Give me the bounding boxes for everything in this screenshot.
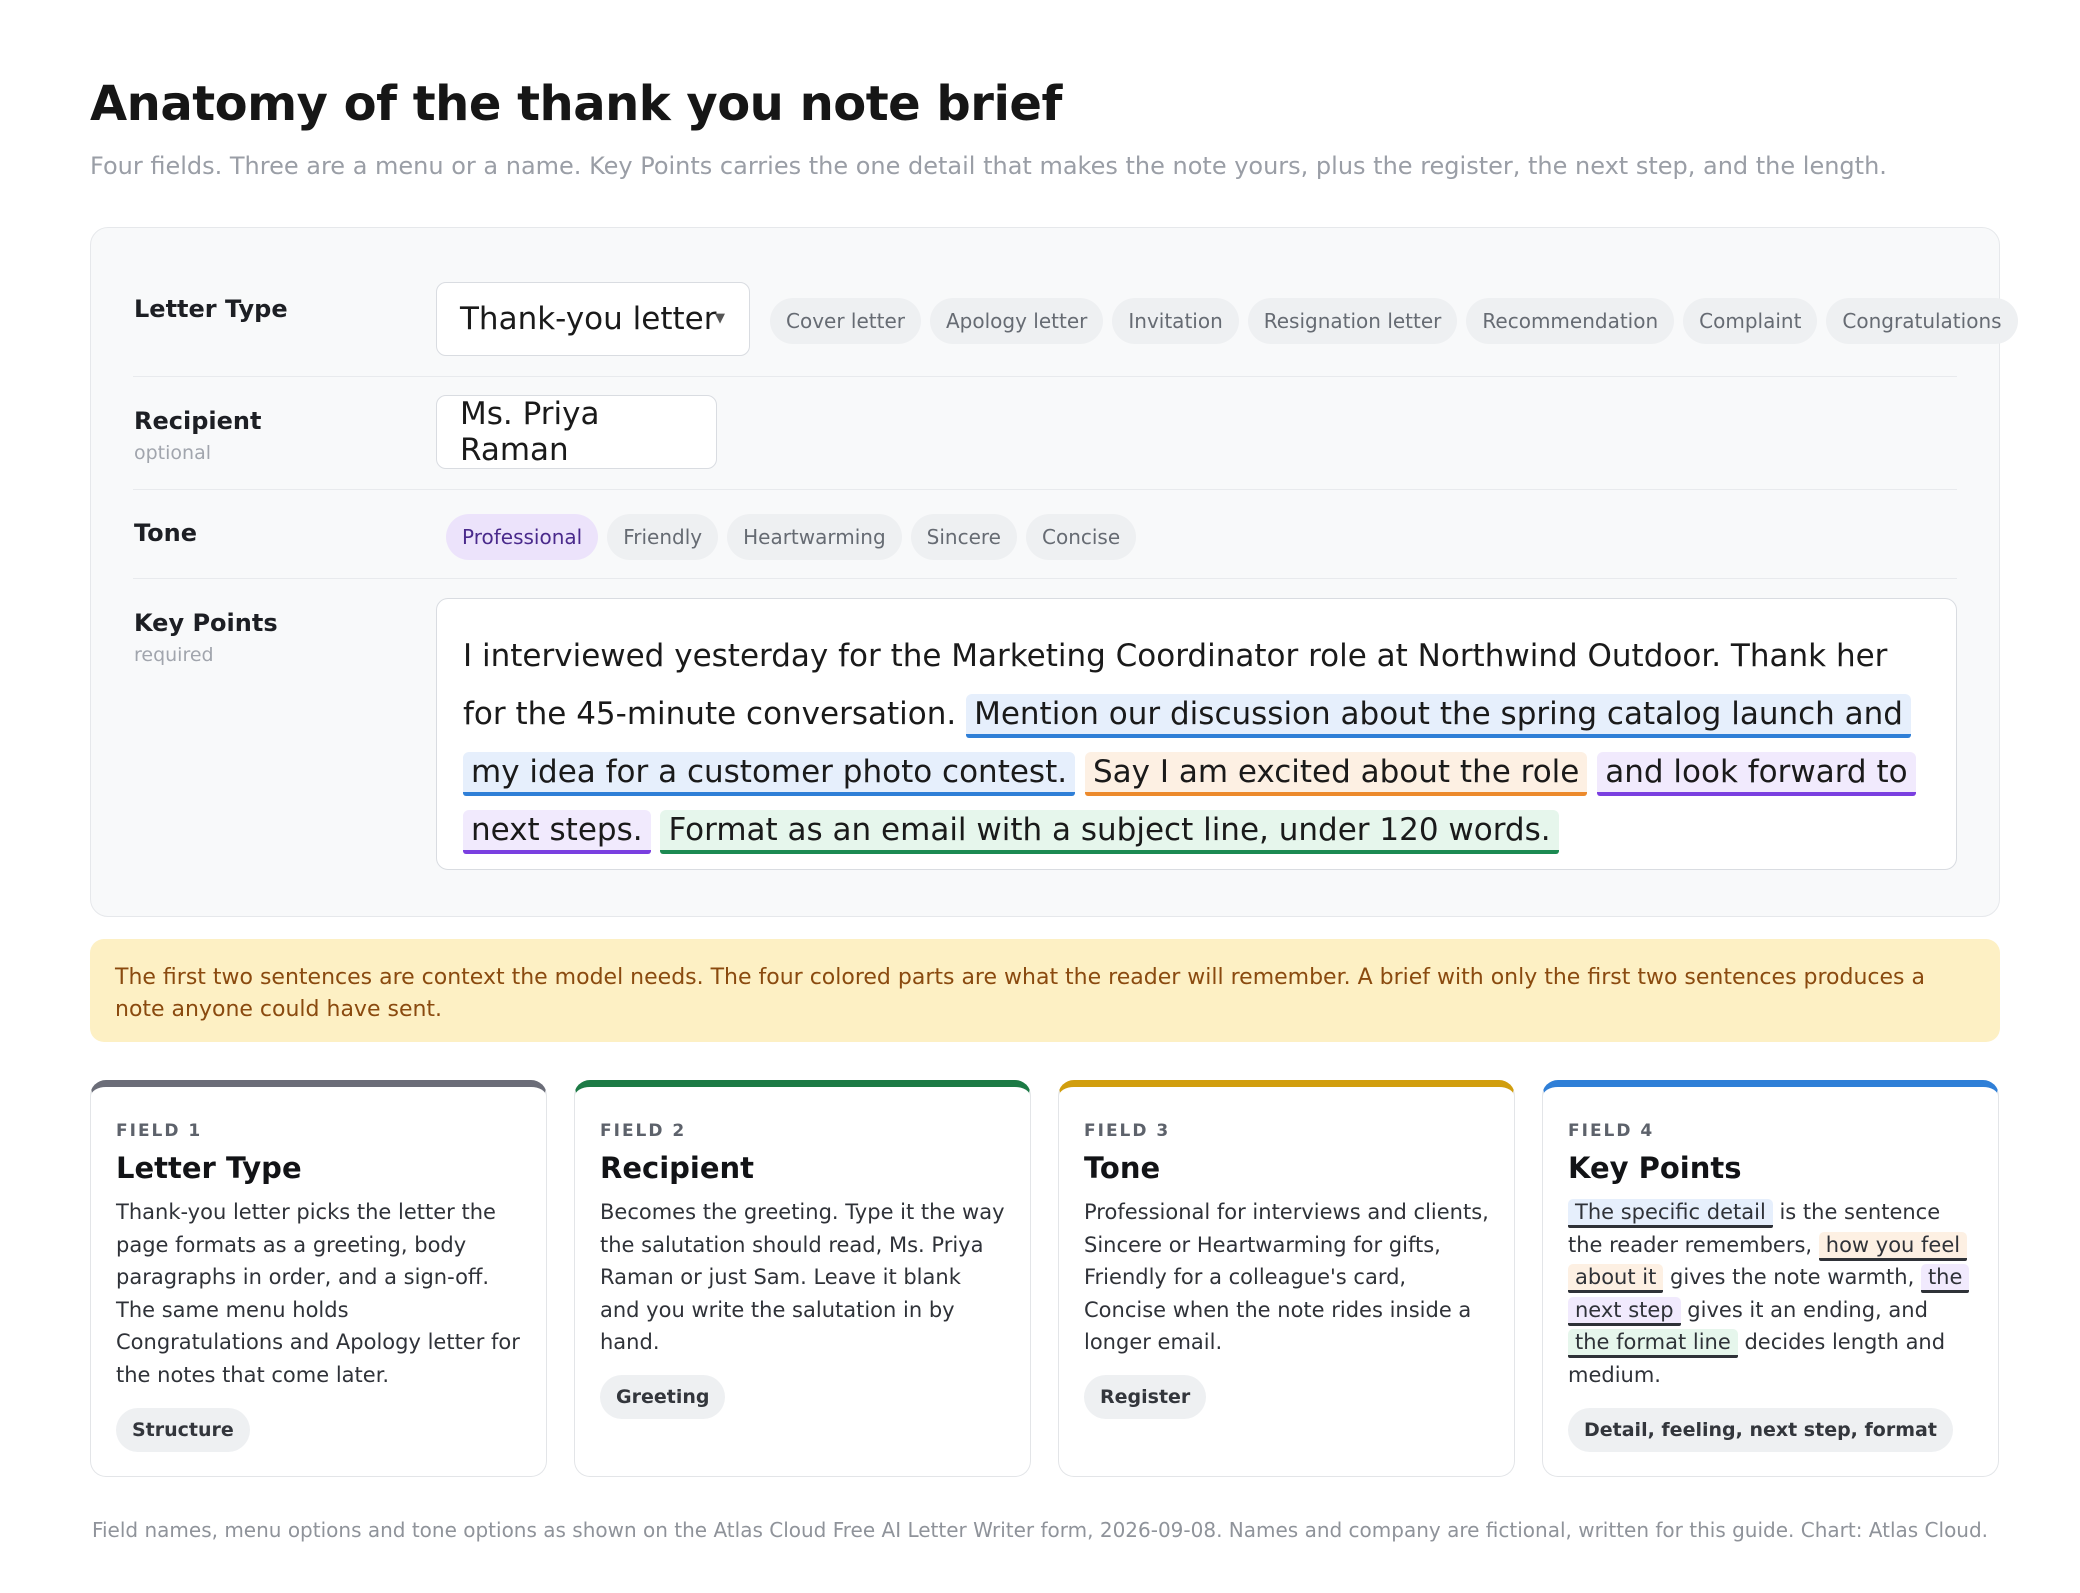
letter-type-option[interactable]: Resignation letter [1247,298,1458,344]
row-divider [133,489,1957,490]
letter-type-option[interactable]: Apology letter [930,298,1104,344]
letter-type-option[interactable]: Recommendation [1466,298,1675,344]
source-footnote: Field names, menu options and tone optio… [91,1518,1989,1542]
card-body: Thank-you letter picks the letter the pa… [116,1200,520,1387]
letter-type-selected-value: Thank-you letter [460,301,717,337]
context-callout: The first two sentences are context the … [90,939,2000,1042]
card-kicker: FIELD 1 [116,1121,203,1141]
field-card-tone: FIELD 3 Tone Professional for interviews… [1058,1080,1515,1477]
letter-type-option[interactable]: Complaint [1683,298,1818,344]
row-divider [133,376,1957,377]
field-card-letter-type: FIELD 1 Letter Type Thank-you letter pic… [90,1080,547,1477]
card-tag: Detail, feeling, next step, format [1568,1407,1953,1452]
tone-option-selected[interactable]: Professional [446,514,599,560]
page-title: Anatomy of the thank you note brief [90,76,1062,132]
card-title: Recipient [600,1151,755,1185]
card-body-text: gives it an ending, and [1680,1297,1928,1322]
recipient-label: Recipient [134,407,262,435]
card-title: Tone [1084,1151,1161,1185]
letter-type-options: Cover letter Apology letter Invitation R… [770,298,2018,344]
recipient-input[interactable]: Ms. Priya Raman [436,395,717,469]
letter-type-option[interactable]: Cover letter [770,298,921,344]
card-title: Key Points [1568,1151,1742,1185]
tone-option[interactable]: Concise [1026,514,1137,560]
card-tag: Register [1084,1374,1207,1419]
field-card-recipient: FIELD 2 Recipient Becomes the greeting. … [574,1080,1031,1477]
tone-label: Tone [134,519,198,547]
recipient-optional-note: optional [134,442,212,464]
letter-type-select[interactable]: Thank-you letter ▼ [436,282,750,356]
card-tag: Greeting [600,1374,726,1419]
card-tag: Structure [116,1407,250,1452]
card-kicker: FIELD 3 [1084,1121,1171,1141]
letter-type-label: Letter Type [134,295,288,323]
key-points-label: Key Points [134,609,278,637]
tone-option[interactable]: Sincere [910,514,1017,560]
card-body: Professional for interviews and clients,… [1084,1200,1489,1355]
letter-type-option[interactable]: Invitation [1112,298,1239,344]
key-points-format-highlight: Format as an email with a subject line, … [660,810,1559,854]
format-highlight: the format line [1568,1329,1738,1359]
tone-options: Professional Friendly Heartwarming Since… [446,514,1137,560]
card-kicker: FIELD 4 [1568,1121,1655,1141]
key-points-textarea[interactable]: I interviewed yesterday for the Marketin… [436,598,1957,870]
card-body: The specific detail is the sentence the … [1568,1196,1973,1392]
tone-option[interactable]: Heartwarming [727,514,902,560]
card-title: Letter Type [116,1151,302,1185]
tone-option[interactable]: Friendly [607,514,719,560]
key-points-required-note: required [134,644,214,666]
card-body-text: gives the note warmth, [1663,1265,1921,1290]
letter-form-panel: Letter Type Thank-you letter ▼ Cover let… [90,227,2018,917]
page-subtitle: Four fields. Three are a menu or a name.… [90,152,1887,180]
card-kicker: FIELD 2 [600,1121,687,1141]
key-points-feeling-highlight: Say I am excited about the role [1084,752,1588,796]
card-body: Becomes the greeting. Type it the way th… [600,1200,1005,1355]
detail-highlight: The specific detail [1568,1199,1773,1228]
caret-down-icon: ▼ [715,311,725,326]
row-divider [133,578,1957,579]
field-card-key-points: FIELD 4 Key Points The specific detail i… [1542,1080,1999,1477]
letter-type-option[interactable]: Congratulations [1826,298,2018,344]
